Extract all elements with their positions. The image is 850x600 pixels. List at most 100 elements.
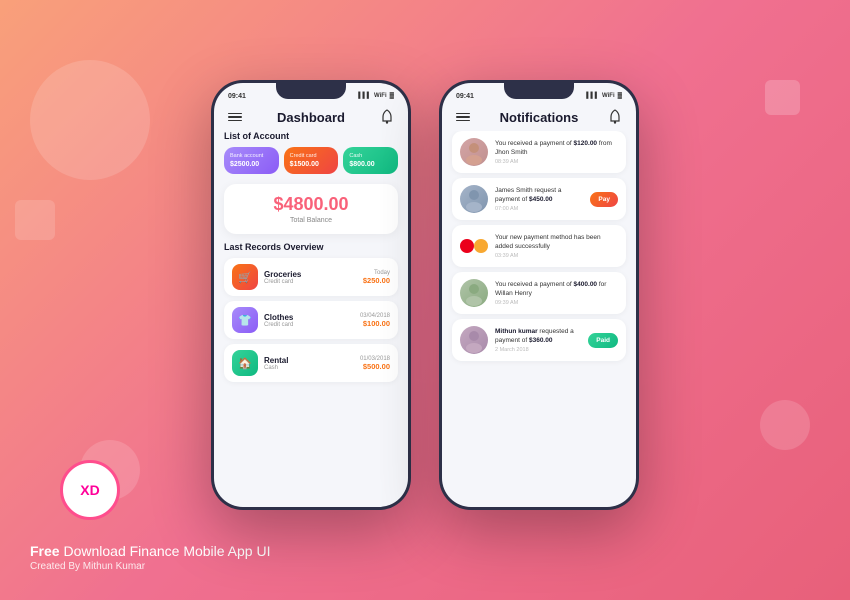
notif-wifi-icon: WiFi (602, 93, 615, 99)
notif-text-4: You received a payment of $400.00 for Wi… (495, 280, 618, 298)
notif-item-5[interactable]: Mithun kumar requested a payment of $360… (452, 319, 626, 361)
cash-amount: $800.00 (349, 161, 392, 168)
record-groceries[interactable]: 🛒 Groceries Credit card Today $250.00 (224, 258, 398, 296)
bell-icon[interactable] (380, 109, 394, 125)
notif-time-5: 2 March 2018 (495, 347, 581, 353)
records-section-title: Last Records Overview (224, 242, 398, 252)
nav-bar-dashboard: Dashboard (214, 105, 408, 131)
bank-amount: $2500.00 (230, 161, 273, 168)
notif-battery-icon: ▓ (618, 93, 622, 99)
notif-time-2: 07:00 AM (495, 206, 583, 212)
notif-status-icons: ▌▌▌ WiFi ▓ (586, 93, 622, 99)
mc-left (460, 239, 474, 253)
grocery-right: Today $250.00 (363, 270, 390, 285)
notif-item-4[interactable]: You received a payment of $400.00 for Wi… (452, 272, 626, 314)
notch-notifications (504, 83, 574, 99)
record-rental[interactable]: 🏠 Rental Cash 01/03/2018 $500.00 (224, 344, 398, 382)
wifi-icon: WiFi (374, 93, 387, 99)
credit-card-card[interactable]: Credit card $1500.00 (284, 147, 339, 174)
dashboard-content: List of Account Bank account $2500.00 Cr… (214, 131, 408, 507)
phone-notifications: 09:41 ▌▌▌ WiFi ▓ Notifications (439, 80, 639, 510)
notif-text-2: James Smith request a payment of $450.00 (495, 186, 583, 204)
status-icons: ▌▌▌ WiFi ▓ (358, 93, 394, 99)
clothes-icon: 👕 (232, 307, 258, 333)
notif-info-3: Your new payment method has been added s… (495, 233, 618, 259)
grocery-icon: 🛒 (232, 264, 258, 290)
paid-button[interactable]: Paid (588, 333, 618, 348)
notif-status-time: 09:41 (456, 93, 474, 100)
notif-info-5: Mithun kumar requested a payment of $360… (495, 327, 581, 353)
grocery-amount: $250.00 (363, 276, 390, 285)
credit-amount: $1500.00 (290, 161, 333, 168)
notifications-content: You received a payment of $120.00 from J… (442, 131, 636, 507)
notifications-screen: 09:41 ▌▌▌ WiFi ▓ Notifications (442, 83, 636, 507)
account-cards: Bank account $2500.00 Credit card $1500.… (224, 147, 398, 174)
rental-info: Rental Cash (264, 356, 354, 371)
bg-decoration-1 (30, 60, 150, 180)
phones-container: 09:41 ▌▌▌ WiFi ▓ Dashboard (211, 80, 639, 510)
avatar-willan (460, 279, 488, 307)
notif-time-3: 03:39 AM (495, 253, 618, 259)
notif-time-1: 08:39 AM (495, 159, 618, 165)
clothes-amount: $100.00 (360, 319, 390, 328)
clothes-name: Clothes (264, 313, 354, 322)
notif-signal-icon: ▌▌▌ (586, 93, 599, 99)
grocery-name: Groceries (264, 270, 357, 279)
bank-account-card[interactable]: Bank account $2500.00 (224, 147, 279, 174)
mastercard-logo (460, 232, 488, 260)
total-amount: $4800.00 (234, 194, 388, 215)
nav-bar-notifications: Notifications (442, 105, 636, 131)
grocery-sub: Credit card (264, 279, 357, 285)
avatar-james (460, 185, 488, 213)
notch-dashboard (276, 83, 346, 99)
footer-subtitle: Created By Mithun Kumar (30, 561, 270, 572)
rental-icon: 🏠 (232, 350, 258, 376)
pay-button[interactable]: Pay (590, 192, 618, 207)
notif-bell-icon[interactable] (608, 109, 622, 125)
status-time: 09:41 (228, 93, 246, 100)
dashboard-screen: 09:41 ▌▌▌ WiFi ▓ Dashboard (214, 83, 408, 507)
record-clothes[interactable]: 👕 Clothes Credit card 03/04/2018 $100.00 (224, 301, 398, 339)
signal-icon: ▌▌▌ (358, 93, 371, 99)
footer: Free Download Finance Mobile App UI Crea… (30, 543, 270, 572)
clothes-right: 03/04/2018 $100.00 (360, 313, 390, 328)
notif-item-3[interactable]: Your new payment method has been added s… (452, 225, 626, 267)
mc-right (474, 239, 488, 253)
notif-text-5: Mithun kumar requested a payment of $360… (495, 327, 581, 345)
accounts-section-title: List of Account (224, 131, 398, 141)
clothes-info: Clothes Credit card (264, 313, 354, 328)
rental-sub: Cash (264, 365, 354, 371)
notif-info-2: James Smith request a payment of $450.00… (495, 186, 583, 212)
cash-label: Cash (349, 153, 392, 159)
avatar-jhon (460, 138, 488, 166)
notif-info-4: You received a payment of $400.00 for Wi… (495, 280, 618, 306)
rental-name: Rental (264, 356, 354, 365)
notif-text-1: You received a payment of $120.00 from J… (495, 139, 618, 157)
notif-item-2[interactable]: James Smith request a payment of $450.00… (452, 178, 626, 220)
notif-time-4: 09:39 AM (495, 300, 618, 306)
bg-decoration-4 (765, 80, 800, 115)
credit-label: Credit card (290, 153, 333, 159)
clothes-date: 03/04/2018 (360, 313, 390, 319)
bg-decoration-5 (760, 400, 810, 450)
grocery-info: Groceries Credit card (264, 270, 357, 285)
xd-badge: XD (60, 460, 120, 520)
bg-decoration-3 (15, 200, 55, 240)
total-label: Total Balance (234, 217, 388, 224)
bank-label: Bank account (230, 153, 273, 159)
dashboard-title: Dashboard (277, 110, 345, 125)
notifications-title: Notifications (500, 110, 579, 125)
avatar-mithun (460, 326, 488, 354)
rental-right: 01/03/2018 $500.00 (360, 356, 390, 371)
phone-dashboard: 09:41 ▌▌▌ WiFi ▓ Dashboard (211, 80, 411, 510)
clothes-sub: Credit card (264, 322, 354, 328)
hamburger-icon[interactable] (228, 113, 242, 122)
notif-hamburger-icon[interactable] (456, 113, 470, 122)
notif-text-3: Your new payment method has been added s… (495, 233, 618, 251)
rental-amount: $500.00 (360, 362, 390, 371)
footer-title: Free Download Finance Mobile App UI (30, 543, 270, 559)
rental-date: 01/03/2018 (360, 356, 390, 362)
cash-card[interactable]: Cash $800.00 (343, 147, 398, 174)
battery-icon: ▓ (390, 93, 394, 99)
notif-item-1[interactable]: You received a payment of $120.00 from J… (452, 131, 626, 173)
